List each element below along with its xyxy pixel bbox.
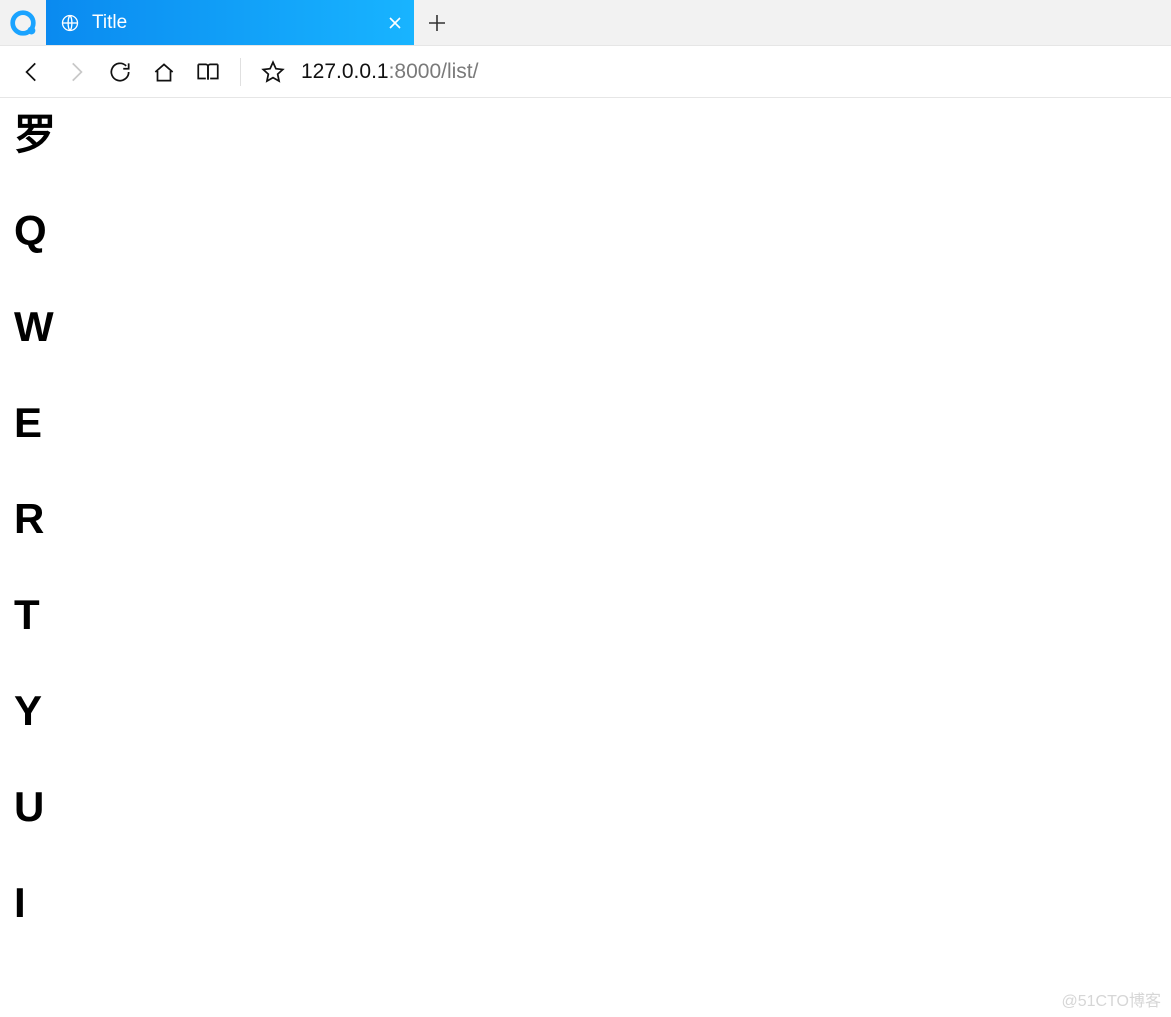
list-heading: Q — [14, 210, 1157, 252]
address-path: :8000/list/ — [389, 60, 479, 84]
list-heading: R — [14, 498, 1157, 540]
new-tab-button[interactable] — [414, 0, 460, 45]
reload-button[interactable] — [98, 46, 142, 98]
globe-icon — [60, 13, 80, 33]
forward-button[interactable] — [54, 46, 98, 98]
watermark: @51CTO博客 — [1061, 987, 1161, 1011]
tab-title: Title — [92, 12, 400, 34]
browser-tab[interactable]: Title — [46, 0, 414, 45]
back-button[interactable] — [10, 46, 54, 98]
list-heading: T — [14, 594, 1157, 636]
list-heading: 罗 — [14, 114, 1157, 156]
title-bar: Title — [0, 0, 1171, 46]
reader-button[interactable] — [186, 46, 230, 98]
list-heading: Y — [14, 690, 1157, 732]
toolbar: 127.0.0.1:8000/list/ — [0, 46, 1171, 98]
favorite-button[interactable] — [251, 46, 295, 98]
app-logo — [0, 0, 46, 45]
home-button[interactable] — [142, 46, 186, 98]
address-host: 127.0.0.1 — [301, 60, 389, 84]
list-heading: U — [14, 786, 1157, 828]
list-heading: W — [14, 306, 1157, 348]
close-tab-button[interactable] — [388, 16, 402, 30]
toolbar-separator — [240, 58, 241, 86]
address-bar[interactable]: 127.0.0.1:8000/list/ — [295, 60, 1161, 84]
page-content: 罗 Q W E R T Y U I — [0, 98, 1171, 994]
list-heading: I — [14, 882, 1157, 924]
list-heading: E — [14, 402, 1157, 444]
